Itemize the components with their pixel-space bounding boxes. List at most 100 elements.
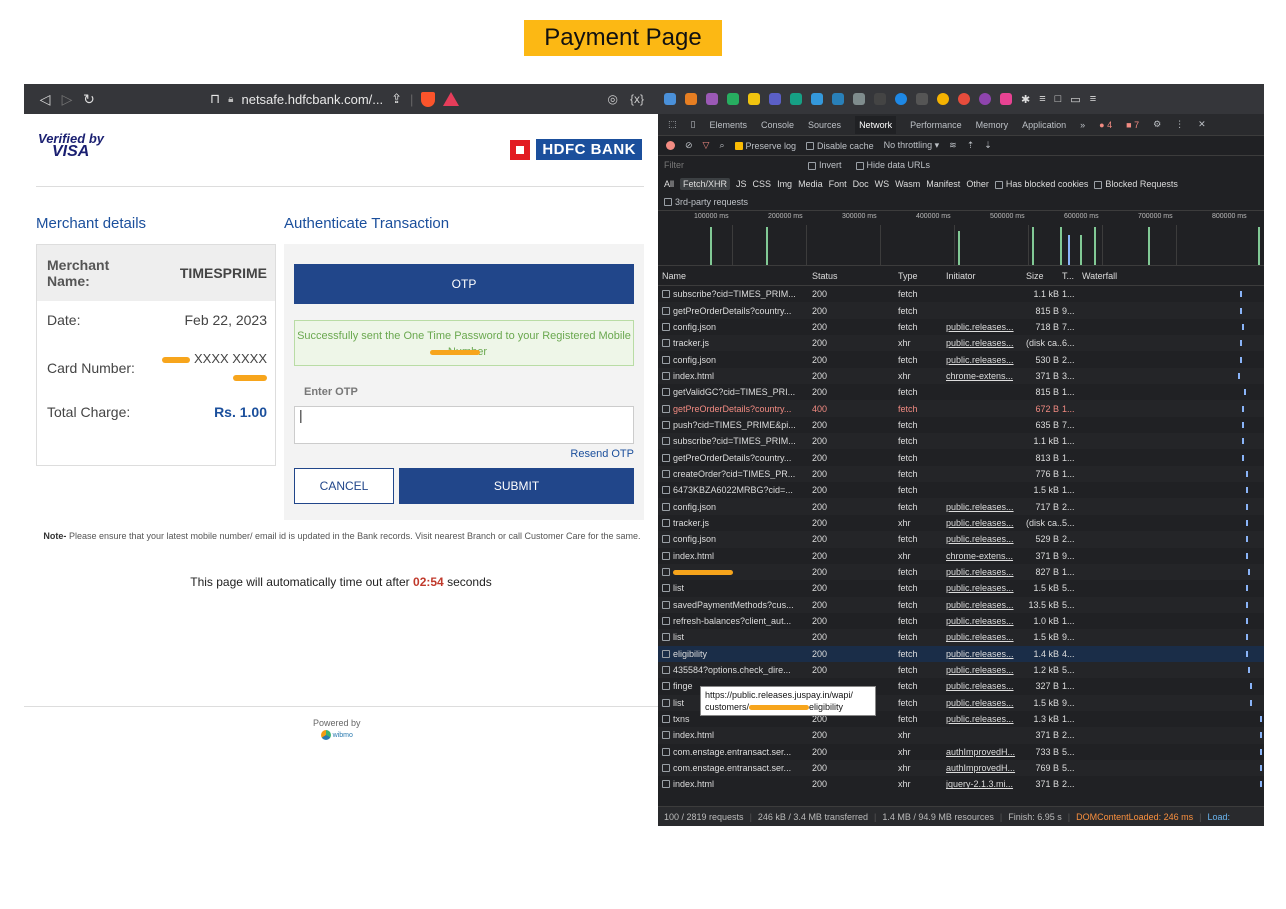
cell-initiator[interactable]: chrome-extens... xyxy=(946,551,1026,561)
tab-console[interactable]: Console xyxy=(761,120,794,130)
more-tabs[interactable]: » xyxy=(1080,120,1085,130)
tab-sources[interactable]: Sources xyxy=(808,120,841,130)
cell-initiator[interactable]: public.releases... xyxy=(946,518,1026,528)
table-row[interactable]: list 200 fetch public.releases... 1.5 kB 9... xyxy=(658,629,1264,646)
table-row[interactable]: index.html 200 xhr chrome-extens... 371 B 3..… xyxy=(658,367,1264,385)
address-bar[interactable]: ⊓ 🔒︎ netsafe.hdfcbank.com/... ⇪ | xyxy=(210,91,460,107)
extension-icon[interactable] xyxy=(853,93,865,105)
type-filter-wasm[interactable]: Wasm xyxy=(895,179,920,189)
disable-cache-checkbox[interactable]: Disable cache xyxy=(806,141,874,151)
cell-initiator[interactable]: authImprovedH... xyxy=(946,763,1026,773)
table-row[interactable]: getPreOrderDetails?country... 200 fetch 815… xyxy=(658,302,1264,319)
cell-initiator[interactable]: public.releases... xyxy=(946,338,1026,348)
table-row[interactable]: config.json 200 fetch public.releases... 718… xyxy=(658,319,1264,335)
table-row[interactable]: eligibility 200 fetch public.releases... 1.4… xyxy=(658,645,1264,662)
cell-initiator[interactable]: public.releases... xyxy=(946,698,1026,708)
type-filter-img[interactable]: Img xyxy=(777,179,792,189)
extension-icon[interactable] xyxy=(937,93,949,105)
search-icon[interactable]: ⌕ xyxy=(719,140,724,151)
otp-input[interactable]: | xyxy=(294,406,634,444)
cell-initiator[interactable]: public.releases... xyxy=(946,681,1026,691)
url-text[interactable]: netsafe.hdfcbank.com/... xyxy=(241,92,383,107)
share-icon[interactable]: ⇪ xyxy=(391,91,402,107)
device-icon[interactable]: ▯ xyxy=(691,119,696,130)
forward-icon[interactable]: ▷ xyxy=(56,91,78,108)
cell-initiator[interactable]: public.releases... xyxy=(946,616,1026,626)
extension-icon[interactable] xyxy=(1000,93,1012,105)
table-row[interactable]: savedPaymentMethods?cus... 200 fetch public… xyxy=(658,596,1264,613)
filter-input[interactable]: Filter xyxy=(664,160,794,170)
extension-icon[interactable] xyxy=(979,93,991,105)
brave-rewards-icon[interactable] xyxy=(443,92,460,106)
hide-data-urls-checkbox[interactable]: Hide data URLs xyxy=(855,160,930,170)
extension-icon[interactable] xyxy=(895,93,907,105)
extension-icon[interactable] xyxy=(811,93,823,105)
blocked-requests-checkbox[interactable]: Blocked Requests xyxy=(1094,179,1178,189)
table-row[interactable]: getPreOrderDetails?country... 200 fetch 813… xyxy=(658,449,1264,465)
close-icon[interactable]: ✕ xyxy=(1198,119,1206,130)
type-filter-media[interactable]: Media xyxy=(798,179,823,189)
tab-memory[interactable]: Memory xyxy=(976,120,1009,130)
extension-icon[interactable] xyxy=(790,93,802,105)
cell-initiator[interactable]: public.releases... xyxy=(946,665,1026,675)
table-row[interactable]: config.json 200 fetch public.releases... 529… xyxy=(658,531,1264,548)
puzzle-icon[interactable]: ✱ xyxy=(1021,93,1030,106)
type-filter-doc[interactable]: Doc xyxy=(853,179,869,189)
clear-icon[interactable]: ⊘ xyxy=(685,140,693,151)
cell-initiator[interactable]: public.releases... xyxy=(946,632,1026,642)
col-name[interactable]: Name xyxy=(662,271,812,281)
inspect-icon[interactable]: ⬚ xyxy=(668,119,677,130)
extension-icon[interactable] xyxy=(916,93,928,105)
wifi-icon[interactable]: ≋ xyxy=(949,140,957,151)
type-filter-manifest[interactable]: Manifest xyxy=(926,179,960,189)
extension-icon[interactable] xyxy=(706,93,718,105)
table-row[interactable]: tracker.js 200 xhr public.releases... (disk … xyxy=(658,335,1264,352)
reload-icon[interactable]: ↻ xyxy=(78,91,100,108)
table-row[interactable]: refresh-balances?client_aut... 200 fetch pu… xyxy=(658,613,1264,629)
extension-icon[interactable] xyxy=(664,93,676,105)
col-waterfall[interactable]: Waterfall xyxy=(1082,271,1264,281)
cell-initiator[interactable]: jquery-2.1.3.mi... xyxy=(946,779,1026,789)
extension-icon[interactable]: ◎ xyxy=(608,92,618,106)
extension-icon[interactable] xyxy=(958,93,970,105)
download-icon[interactable]: ⇣ xyxy=(984,140,992,151)
preserve-log-checkbox[interactable]: Preserve log xyxy=(734,141,796,151)
tab-network[interactable]: Network xyxy=(855,115,897,134)
type-filter-all[interactable]: All xyxy=(664,179,674,189)
resend-otp-link[interactable]: Resend OTP xyxy=(570,448,634,460)
back-icon[interactable]: ◁ xyxy=(34,91,56,108)
menu-icon[interactable]: ≡ xyxy=(1090,93,1096,105)
code-icon[interactable]: {x} xyxy=(630,92,644,106)
kebab-icon[interactable]: ⋮ xyxy=(1175,119,1184,130)
third-party-checkbox[interactable]: 3rd-party requests xyxy=(658,194,1264,210)
extension-icon[interactable] xyxy=(727,93,739,105)
cell-initiator[interactable]: public.releases... xyxy=(946,355,1026,365)
table-row[interactable]: push?cid=TIMES_PRIME&pi... 200 fetch 635 B7… xyxy=(658,417,1264,433)
tab-elements[interactable]: Elements xyxy=(709,120,747,130)
reading-list-icon[interactable]: ≡ xyxy=(1039,93,1045,105)
type-filter-font[interactable]: Font xyxy=(829,179,847,189)
col-type[interactable]: Type xyxy=(898,271,946,281)
table-row[interactable]: 435584?options.check_dire... 200 fetch publ… xyxy=(658,661,1264,679)
type-filter-js[interactable]: JS xyxy=(736,179,747,189)
submit-button[interactable]: SUBMIT xyxy=(399,468,634,504)
type-filter-fetch-xhr[interactable]: Fetch/XHR xyxy=(680,178,731,190)
cell-initiator[interactable]: public.releases... xyxy=(946,714,1026,724)
extension-icon[interactable] xyxy=(685,93,697,105)
extension-icon[interactable] xyxy=(769,93,781,105)
cell-initiator[interactable]: public.releases... xyxy=(946,583,1026,593)
table-row[interactable]: list 200 fetch public.releases... 1.5 kB 5... xyxy=(658,580,1264,596)
tab-performance[interactable]: Performance xyxy=(910,120,962,130)
col-status[interactable]: Status xyxy=(812,271,898,281)
cell-initiator[interactable]: public.releases... xyxy=(946,534,1026,544)
type-filter-ws[interactable]: WS xyxy=(875,179,890,189)
type-filter-other[interactable]: Other xyxy=(966,179,989,189)
table-row[interactable]: 6473KBZA6022MRBG?cid=... 200 fetch 1.5 kB 1.… xyxy=(658,482,1264,498)
table-row[interactable]: tracker.js 200 xhr public.releases... (disk … xyxy=(658,515,1264,531)
cell-initiator[interactable]: chrome-extens... xyxy=(946,371,1026,381)
type-filter-css[interactable]: CSS xyxy=(753,179,772,189)
cell-initiator[interactable]: public.releases... xyxy=(946,502,1026,512)
cell-initiator[interactable]: authImprovedH... xyxy=(946,747,1026,757)
table-row[interactable]: subscribe?cid=TIMES_PRIM... 200 fetch 1.1 k… xyxy=(658,286,1264,302)
col-time[interactable]: T... xyxy=(1062,271,1082,281)
